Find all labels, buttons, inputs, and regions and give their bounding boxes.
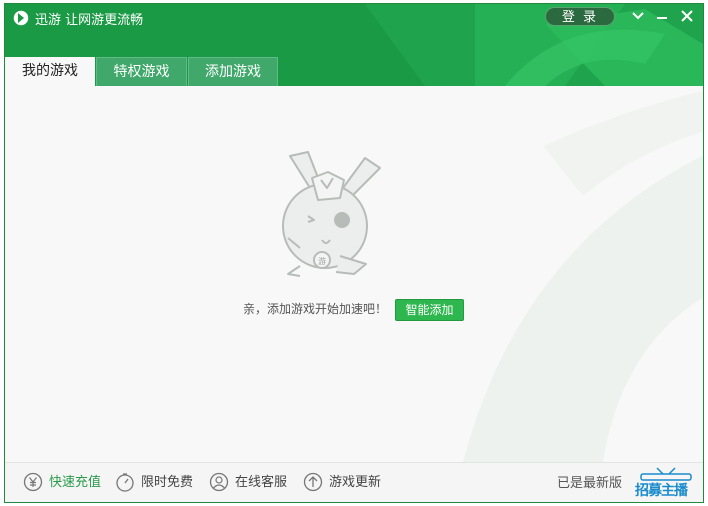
login-button[interactable]: 登 录 (545, 7, 615, 26)
title-bar: 迅游 让网游更流畅 登 录 我的游戏 特权游戏 添加游戏 (5, 4, 703, 86)
mascot-badge: 游 (318, 256, 326, 266)
tab-my-games[interactable]: 我的游戏 (5, 57, 95, 86)
main-content: 游 亲，添加游戏开始加速吧！ 智能添加 (5, 86, 703, 462)
smart-add-button[interactable]: 智能添加 (395, 299, 464, 321)
app-logo-icon (12, 9, 30, 27)
tab-add-games[interactable]: 添加游戏 (188, 57, 278, 86)
app-window: 迅游 让网游更流畅 登 录 我的游戏 特权游戏 添加游戏 游 亲，添加游戏开始加… (4, 3, 704, 503)
game-update-link[interactable]: 游戏更新 (303, 472, 383, 494)
limited-free-link[interactable]: 限时免费 (115, 472, 195, 494)
tab-privilege-games[interactable]: 特权游戏 (96, 57, 187, 86)
recruit-streamer-text: 招募主播 (635, 483, 688, 499)
chevron-down-icon[interactable] (628, 6, 648, 26)
headset-user-icon (209, 472, 229, 492)
upload-arrow-icon (303, 472, 323, 492)
background-decoration (463, 90, 703, 462)
close-icon[interactable] (677, 6, 697, 26)
version-status: 已是最新版 (557, 476, 623, 491)
mascot-illustration: 游 (282, 151, 381, 277)
quick-recharge-link[interactable]: 快速充值 (23, 472, 103, 494)
recruit-streamer-banner[interactable]: 招募主播 (631, 466, 701, 500)
empty-state-message: 亲，添加游戏开始加速吧！ (243, 302, 388, 316)
quick-recharge-label: 快速充值 (49, 475, 102, 490)
limited-free-label: 限时免费 (141, 475, 194, 490)
minimize-icon[interactable] (652, 6, 672, 26)
game-update-label: 游戏更新 (329, 475, 382, 490)
online-support-label: 在线客服 (235, 475, 288, 490)
stopwatch-icon (116, 473, 134, 492)
yuan-icon (23, 472, 43, 492)
online-support-link[interactable]: 在线客服 (209, 472, 289, 494)
app-title: 迅游 让网游更流畅 (35, 13, 144, 28)
footer-bar: 快速充值 限时免费 在线客服 游戏更新 已是最新版 招募主播 (5, 462, 703, 502)
